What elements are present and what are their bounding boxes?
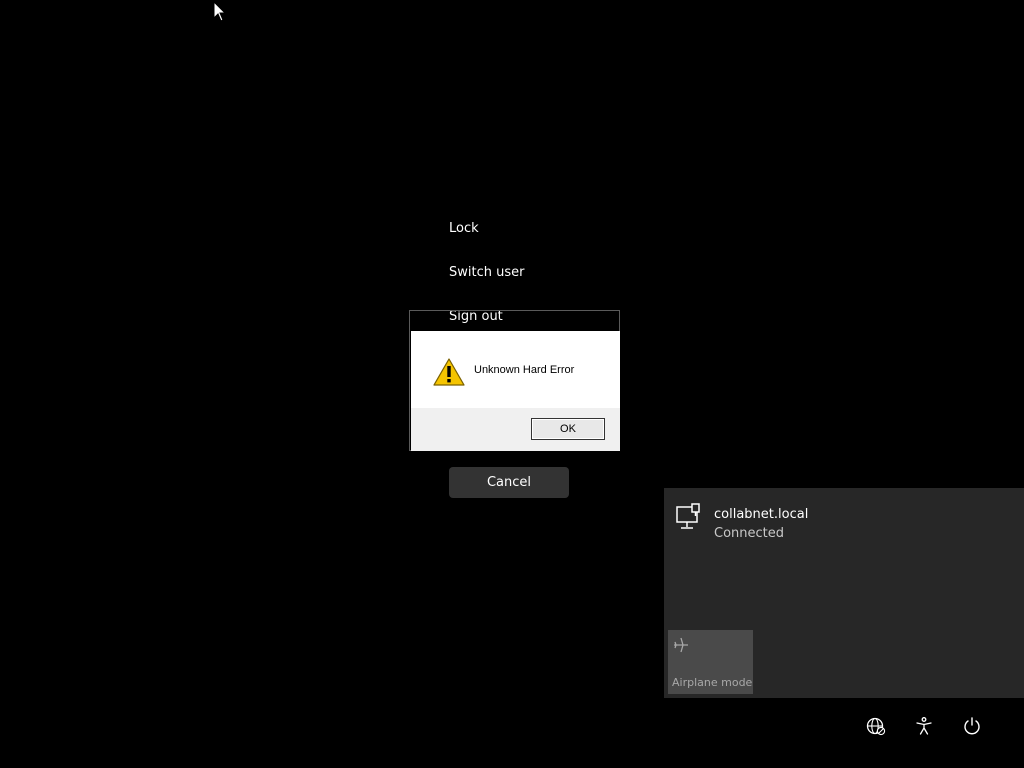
airplane-mode-toggle[interactable]: Airplane mode [668,630,753,694]
dialog-body: Unknown Hard Error [411,331,620,408]
cancel-button[interactable]: Cancel [449,467,569,498]
airplane-mode-label: Airplane mode [672,676,753,689]
hard-error-dialog: Unknown Hard Error OK [409,310,620,451]
airplane-icon [674,637,688,653]
error-message: Unknown Hard Error [474,364,575,376]
dialog-footer: OK [411,408,620,451]
network-status: Connected [714,526,785,541]
lock-option[interactable]: Lock [449,221,479,236]
ok-button[interactable]: OK [531,418,605,440]
network-flyout: collabnet.local Connected Airplane mode [664,488,1024,698]
mouse-cursor-icon [213,1,227,22]
lock-screen-background: Lock Switch user Sign out Unknown Hard E… [0,0,1024,768]
network-globe-icon[interactable] [866,716,886,736]
power-icon[interactable] [962,716,982,736]
warning-icon [433,358,465,386]
network-item[interactable]: collabnet.local Connected [664,488,1024,548]
dialog-content: Unknown Hard Error OK [411,331,620,451]
ethernet-icon [676,503,700,529]
network-name: collabnet.local [714,507,809,522]
accessibility-icon[interactable] [914,716,934,736]
switch-user-option[interactable]: Switch user [449,265,524,280]
